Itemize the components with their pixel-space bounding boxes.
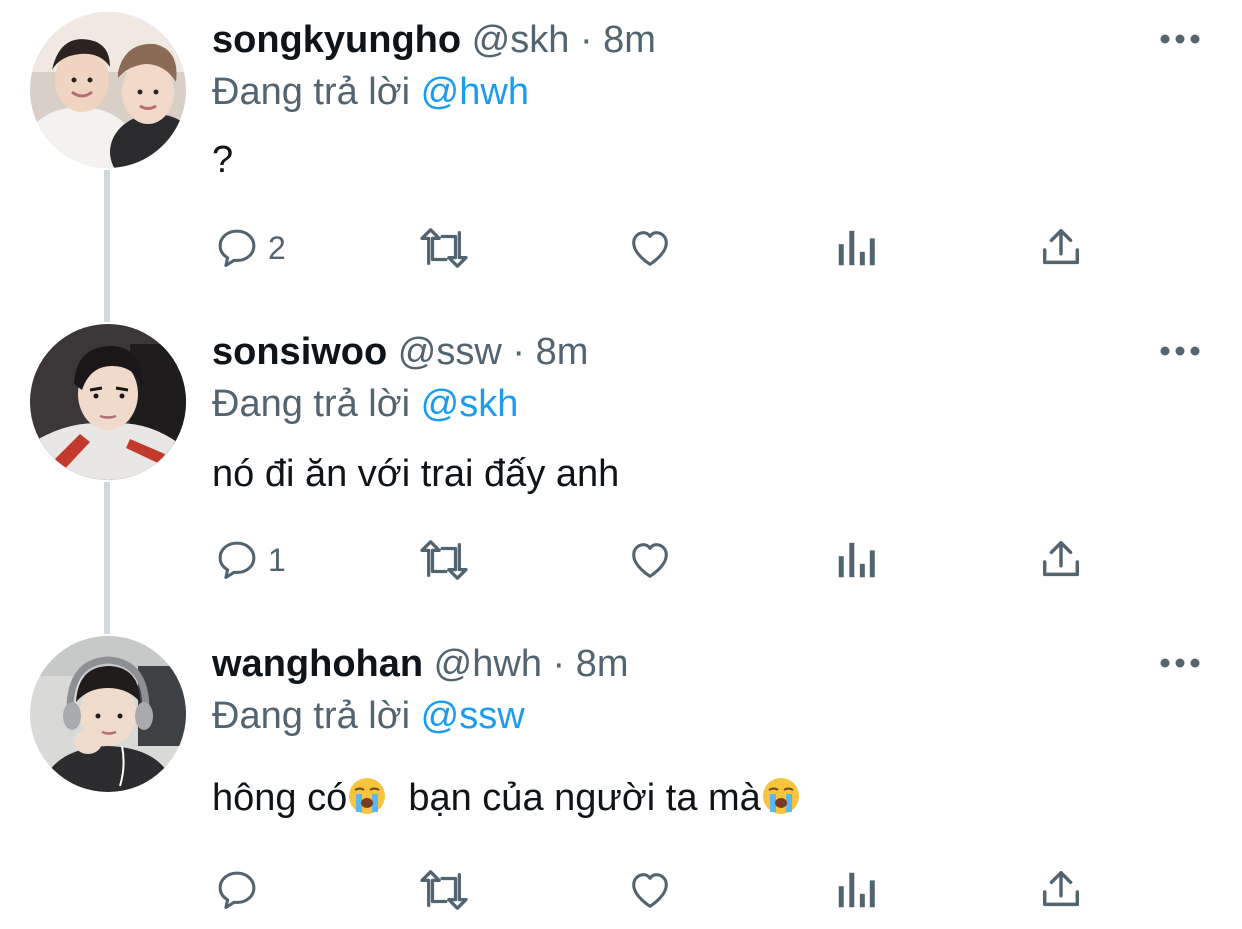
views-button[interactable]	[834, 532, 878, 588]
tweet-text: hông có bạn của người ta mà	[212, 776, 801, 820]
avatar[interactable]	[30, 324, 186, 480]
like-button[interactable]	[626, 862, 674, 918]
replying-label: Đang trả lời	[212, 71, 411, 113]
user-handle[interactable]: @skh	[472, 19, 570, 61]
heart-icon	[632, 873, 668, 908]
tweet[interactable]: wanghohan @hwh · 8m Đang trả lời @ssw hô…	[0, 624, 1242, 929]
like-button[interactable]	[626, 532, 674, 588]
heart-icon	[632, 231, 668, 266]
replying-to-line: Đang trả lời @hwh	[212, 70, 529, 114]
tweet-text: nó đi ăn với trai đấy anh	[212, 453, 620, 495]
retweet-button[interactable]	[416, 220, 472, 276]
retweet-icon	[420, 870, 468, 910]
more-dots-icon	[1160, 346, 1200, 356]
replying-to-handle[interactable]: @ssw	[421, 695, 525, 737]
retweet-button[interactable]	[416, 862, 472, 918]
timestamp[interactable]: 8m	[603, 19, 656, 61]
analytics-bars-icon	[838, 230, 875, 266]
share-button[interactable]	[1038, 862, 1084, 918]
separator-dot: ·	[552, 643, 566, 685]
retweet-button[interactable]	[416, 532, 472, 588]
reply-count: 2	[268, 229, 286, 266]
more-dots-icon	[1160, 658, 1200, 668]
heart-icon	[632, 543, 668, 578]
tweet[interactable]: sonsiwoo @ssw · 8m Đang trả lời @skh nó …	[0, 312, 1242, 624]
reply-button[interactable]: 1	[214, 532, 286, 588]
loudly-crying-face-emoji	[349, 778, 386, 814]
share-button[interactable]	[1038, 532, 1084, 588]
tweet-header: sonsiwoo @ssw · 8m	[212, 330, 588, 374]
avatar[interactable]	[30, 636, 186, 792]
reply-button[interactable]	[214, 862, 268, 918]
tweet-header: wanghohan @hwh · 8m	[212, 642, 629, 686]
user-handle[interactable]: @ssw	[398, 331, 502, 373]
timestamp[interactable]: 8m	[536, 331, 589, 373]
timestamp[interactable]: 8m	[576, 643, 629, 685]
share-button[interactable]	[1038, 220, 1084, 276]
separator-dot: ·	[579, 19, 593, 61]
share-upload-icon	[1042, 541, 1080, 577]
tweet-text: ?	[212, 139, 234, 181]
more-options-button[interactable]	[1150, 336, 1210, 366]
display-name[interactable]: sonsiwoo	[212, 331, 387, 373]
views-button[interactable]	[834, 220, 878, 276]
tweet-text-part: bạn của người ta mà	[387, 777, 761, 819]
display-name[interactable]: songkyungho	[212, 19, 461, 61]
user-handle[interactable]: @hwh	[434, 643, 542, 685]
replying-to-handle[interactable]: @hwh	[421, 71, 529, 113]
replying-to-line: Đang trả lời @skh	[212, 382, 518, 426]
reply-bubble-icon	[218, 871, 256, 909]
share-upload-icon	[1042, 229, 1080, 265]
reply-bubble-icon	[218, 541, 256, 579]
reply-bubble-icon	[218, 229, 256, 267]
like-button[interactable]	[626, 220, 674, 276]
replying-label: Đang trả lời	[212, 383, 411, 425]
replying-label: Đang trả lời	[212, 695, 411, 737]
avatar[interactable]	[30, 12, 186, 168]
analytics-bars-icon	[838, 542, 875, 578]
tweet-text-part: hông có	[212, 777, 348, 819]
display-name[interactable]: wanghohan	[212, 643, 423, 685]
reply-count: 1	[268, 541, 286, 578]
replying-to-line: Đang trả lời @ssw	[212, 694, 525, 738]
tweet[interactable]: songkyungho @skh · 8m Đang trả lời @hwh …	[0, 0, 1242, 312]
reply-button[interactable]: 2	[214, 220, 286, 276]
retweet-icon	[420, 540, 468, 580]
views-button[interactable]	[834, 862, 878, 918]
loudly-crying-face-emoji	[762, 778, 799, 814]
retweet-icon	[420, 228, 468, 268]
more-dots-icon	[1160, 34, 1200, 44]
replying-to-handle[interactable]: @skh	[421, 383, 519, 425]
more-options-button[interactable]	[1150, 24, 1210, 54]
analytics-bars-icon	[838, 872, 875, 908]
share-upload-icon	[1042, 871, 1080, 907]
separator-dot: ·	[512, 331, 526, 373]
more-options-button[interactable]	[1150, 648, 1210, 678]
tweet-header: songkyungho @skh · 8m	[212, 18, 656, 62]
